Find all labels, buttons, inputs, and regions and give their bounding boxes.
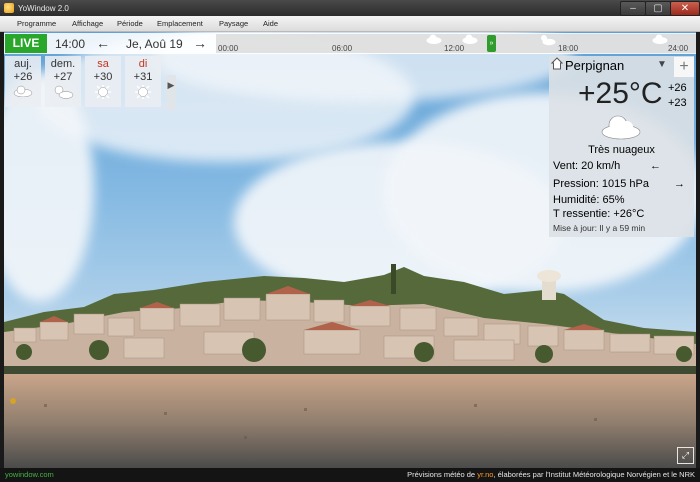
title-bar: YoWindow 2.0 – ▢ ✕: [0, 0, 700, 16]
day-today[interactable]: auj. +26: [5, 56, 41, 107]
menu-affichage[interactable]: Affichage: [72, 19, 103, 28]
menu-bar: Programme Affichage Période Emplacement …: [0, 16, 700, 32]
day-temp: +30: [93, 71, 113, 83]
tick-label: 12:00: [444, 44, 465, 53]
day-temp: +27: [53, 71, 73, 83]
more-days-arrow-icon[interactable]: ▶: [166, 75, 176, 110]
current-time: 14:00: [55, 37, 86, 51]
day-name: dem.: [50, 58, 76, 70]
cloud-icon: [462, 34, 478, 44]
current-temperature: +25°C: [578, 77, 663, 110]
menu-paysage[interactable]: Paysage: [219, 19, 248, 28]
last-updated: Mise à jour: Il y a 59 min: [553, 223, 646, 233]
website-link[interactable]: yowindow.com: [5, 470, 54, 479]
day-temp: +26: [13, 71, 33, 83]
day-timeline[interactable]: 00:00 06:00 12:00 18:00 24:00: [216, 34, 696, 53]
day-saturday[interactable]: sa +30: [85, 56, 121, 107]
minimize-button[interactable]: –: [620, 1, 646, 16]
menu-aide[interactable]: Aide: [263, 19, 278, 28]
day-sunday[interactable]: di +31: [125, 56, 161, 107]
day-name: di: [138, 58, 148, 70]
cloud-icon: [652, 34, 668, 44]
close-button[interactable]: ✕: [670, 1, 700, 16]
maximize-button[interactable]: ▢: [645, 1, 671, 16]
pressure-trend-arrow-icon: →: [674, 178, 685, 190]
temp-high: +26: [668, 82, 687, 94]
footer: yowindow.com Prévisions météo de yr.no, …: [0, 468, 700, 482]
menu-emplacement[interactable]: Emplacement: [157, 19, 203, 28]
current-date: Je, Aoû 19: [126, 37, 183, 51]
now-marker[interactable]: »: [487, 35, 496, 52]
sun-icon: [135, 85, 151, 99]
menu-programme[interactable]: Programme: [17, 19, 56, 28]
home-icon[interactable]: [551, 57, 563, 70]
tick-label: 00:00: [218, 44, 239, 53]
prev-day-arrow-icon[interactable]: ←: [96, 35, 110, 51]
temp-low: +23: [668, 97, 687, 109]
app-icon: [4, 3, 14, 13]
wind-value: Vent: 20 km/h: [553, 160, 621, 172]
cloud-icon: [601, 115, 641, 140]
add-location-button[interactable]: +: [674, 57, 694, 77]
source-link[interactable]: yr.no: [477, 470, 493, 479]
buoy: [10, 398, 16, 404]
cloud-icon: [426, 34, 442, 44]
city-name[interactable]: Perpignan: [565, 58, 624, 73]
credit-prefix: Prévisions météo de: [407, 470, 478, 479]
wind-direction-arrow-icon: ←: [650, 160, 661, 172]
sun-cloud-icon: [54, 85, 74, 99]
pressure-value: Pression: 1015 hPa: [553, 178, 650, 190]
menu-periode[interactable]: Période: [117, 19, 143, 28]
forecast-credit: Prévisions météo de yr.no, élaborées par…: [407, 470, 695, 479]
next-day-arrow-icon[interactable]: →: [193, 35, 207, 51]
tick-label: 06:00: [332, 44, 353, 53]
humidity-value: Humidité: 65%: [553, 194, 625, 206]
chevron-down-icon[interactable]: ▼: [657, 59, 667, 70]
day-name: auj.: [14, 58, 32, 70]
credit-suffix: , élaborées par l'Institut Météorologiqu…: [493, 470, 695, 479]
day-temp: +31: [133, 71, 153, 83]
window-title: YoWindow 2.0: [18, 4, 69, 13]
feels-like-value: T ressentie: +26°C: [553, 208, 645, 220]
tick-label: 18:00: [558, 44, 579, 53]
tick-label: 24:00: [668, 44, 689, 53]
condition-text: Très nuageux: [588, 144, 655, 156]
day-tomorrow[interactable]: dem. +27: [45, 56, 81, 107]
day-name: sa: [97, 58, 109, 70]
sun-icon: [95, 85, 111, 99]
cloud-icon: [13, 85, 33, 98]
live-button[interactable]: LIVE: [5, 34, 47, 53]
fullscreen-icon[interactable]: ⤢: [677, 447, 694, 464]
sun-cloud-icon: [541, 35, 556, 46]
